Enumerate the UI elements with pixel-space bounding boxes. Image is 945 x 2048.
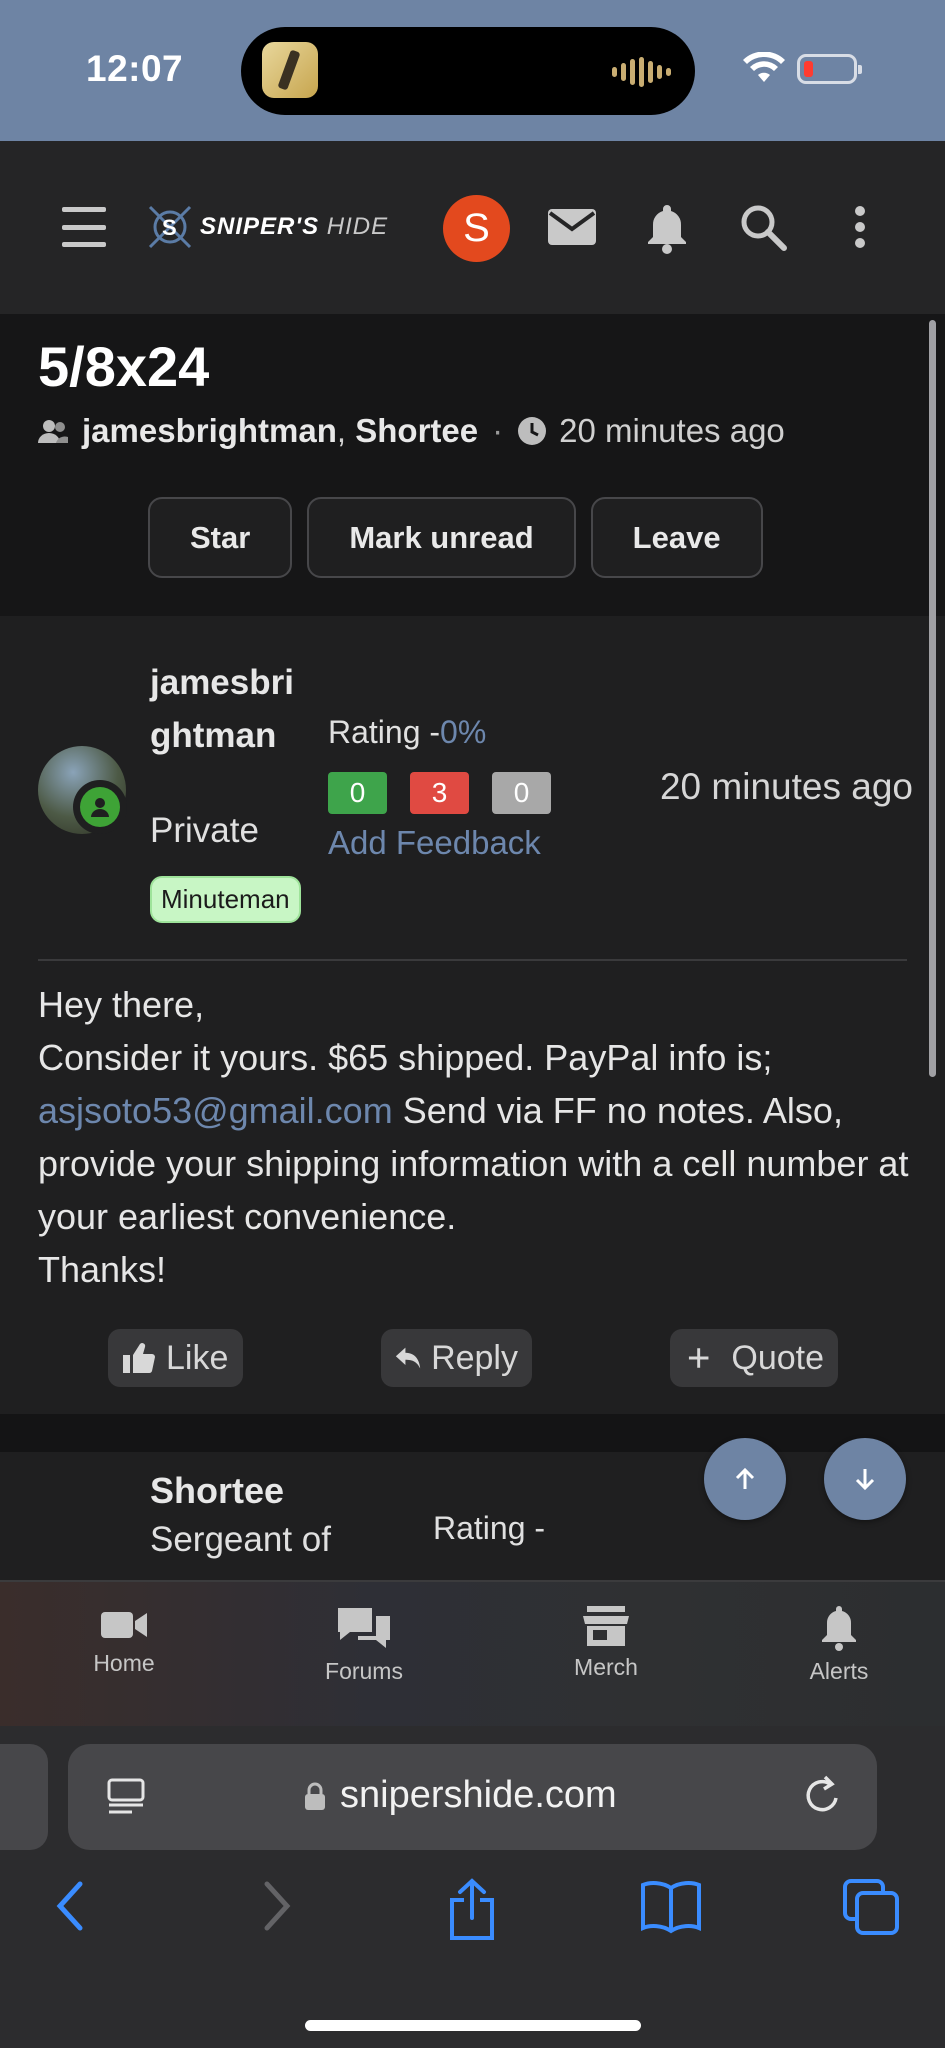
forward-icon[interactable]: [255, 1878, 295, 1934]
post-body: Hey there, Consider it yours. $65 shippe…: [38, 984, 909, 1290]
reload-icon[interactable]: [803, 1774, 843, 1816]
add-feedback-link[interactable]: Add Feedback: [328, 824, 541, 862]
thread-header: 5/8x24 jamesbrightman, Shortee · 20 minu…: [0, 314, 945, 616]
status-time: 12:07: [86, 48, 184, 89]
message-post: jamesbrightman Private Minuteman Rating …: [0, 616, 945, 1414]
tab-alerts[interactable]: Alerts: [749, 1604, 929, 1685]
storefront-icon: [583, 1606, 629, 1646]
message-post-2: Shortee Sergeant of Rating -: [0, 1452, 945, 1580]
online-status-icon: [73, 780, 127, 834]
post-time[interactable]: 20 minutes ago: [660, 766, 913, 808]
post-author-title: Private: [150, 811, 259, 850]
bottom-tab-bar: Home Forums Merch Alerts: [0, 1580, 945, 1726]
app-header: S SNIPER'S HIDE S: [0, 141, 945, 314]
reader-mode-icon[interactable]: [106, 1777, 146, 1817]
reply-arrow-icon: [395, 1347, 421, 1369]
neutral-feedback-count[interactable]: 0: [492, 772, 551, 814]
arrow-up-icon: [735, 1467, 755, 1489]
mail-icon[interactable]: [544, 199, 600, 255]
wifi-icon: [743, 52, 785, 82]
lock-icon: [305, 1782, 325, 1810]
member-badge: Minuteman: [150, 876, 301, 923]
video-camera-icon: [101, 1612, 147, 1638]
thread-time: 20 minutes ago: [559, 412, 785, 449]
bell-icon[interactable]: [639, 199, 695, 255]
bell-icon: [822, 1606, 856, 1651]
bookmarks-icon[interactable]: [640, 1878, 702, 1934]
home-indicator[interactable]: [305, 2020, 641, 2031]
thumbs-up-icon: [123, 1343, 155, 1374]
post2-rating: Rating -: [433, 1510, 546, 1546]
hamburger-menu-icon[interactable]: [60, 207, 108, 247]
now-playing-app-icon: [262, 42, 318, 98]
plus-icon: [688, 1348, 709, 1368]
arrow-down-icon: [855, 1469, 875, 1491]
leave-button[interactable]: Leave: [590, 497, 763, 578]
snipers-hide-logo[interactable]: S SNIPER'S HIDE: [146, 203, 388, 251]
url-text: snipershide.com: [340, 1774, 617, 1816]
rating: Rating -0%: [328, 714, 487, 750]
more-options-icon[interactable]: [832, 199, 888, 255]
star-button[interactable]: Star: [148, 497, 293, 578]
audio-waveform-icon: [612, 57, 671, 87]
quote-button[interactable]: Quote: [670, 1329, 838, 1387]
search-icon[interactable]: [735, 199, 791, 255]
scrollbar[interactable]: [929, 320, 936, 1077]
browser-nav-row: [0, 1878, 945, 1958]
negative-feedback-count[interactable]: 3: [410, 772, 469, 814]
tabs-icon[interactable]: [842, 1878, 900, 1936]
post-author-name[interactable]: jamesbrightman: [150, 656, 300, 762]
share-icon[interactable]: [446, 1878, 498, 1942]
url-display[interactable]: snipershide.com: [304, 1774, 617, 1817]
like-button[interactable]: Like: [108, 1329, 243, 1387]
thread-actions: Star Mark unread Leave: [148, 497, 763, 578]
clock-icon: [518, 417, 547, 445]
post-divider: [38, 959, 907, 961]
participant-jamesbrightman[interactable]: jamesbrightman: [82, 412, 337, 450]
post-separator: [0, 1414, 945, 1452]
feedback-counts: 0 3 0: [328, 772, 551, 814]
browser-toolbar: snipershide.com: [0, 1726, 945, 2048]
svg-text:S: S: [162, 215, 177, 240]
email-link[interactable]: asjsoto53@gmail.com: [38, 1090, 393, 1131]
forum-chat-icon: [338, 1608, 390, 1648]
mark-unread-button[interactable]: Mark unread: [307, 497, 576, 578]
crosshair-logo-icon: S: [148, 205, 192, 249]
post2-author-title: Sergeant of: [150, 1520, 331, 1559]
thread-title: 5/8x24: [38, 335, 210, 398]
participants-icon: [38, 420, 68, 443]
page-content: 5/8x24 jamesbrightman, Shortee · 20 minu…: [0, 314, 945, 1580]
positive-feedback-count[interactable]: 0: [328, 772, 387, 814]
scroll-to-top-button[interactable]: [704, 1438, 786, 1520]
scroll-to-bottom-button[interactable]: [824, 1438, 906, 1520]
address-bar[interactable]: snipershide.com: [68, 1744, 877, 1850]
logo-text: SNIPER'S HIDE: [200, 213, 389, 240]
participant-shortee[interactable]: Shortee: [355, 412, 478, 450]
thread-meta: jamesbrightman, Shortee · 20 minutes ago: [38, 412, 785, 450]
tab-forums[interactable]: Forums: [274, 1604, 454, 1685]
dynamic-island[interactable]: [241, 27, 695, 115]
post2-author-name[interactable]: Shortee: [150, 1470, 284, 1512]
previous-tab-preview[interactable]: [0, 1744, 48, 1850]
reply-button[interactable]: Reply: [381, 1329, 532, 1387]
user-avatar[interactable]: S: [443, 195, 510, 262]
post-actions: Like Reply Quote: [0, 1329, 945, 1387]
battery-icon: [797, 54, 862, 84]
back-icon[interactable]: [52, 1878, 92, 1934]
tab-home[interactable]: Home: [34, 1604, 214, 1677]
tab-merch[interactable]: Merch: [516, 1604, 696, 1681]
status-bar: 12:07: [0, 0, 945, 141]
